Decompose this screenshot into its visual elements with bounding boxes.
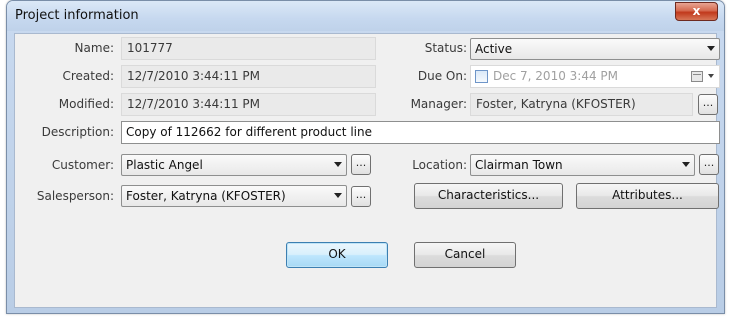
dialog-title: Project information <box>15 8 139 23</box>
description-input[interactable]: Copy of 112662 for different product lin… <box>121 121 720 144</box>
customer-label: Customer: <box>51 158 114 172</box>
dialog-body: Name: 101777 Status: Active Created: 12/… <box>14 33 720 308</box>
attributes-button[interactable]: Attributes... <box>576 183 719 209</box>
location-label: Location: <box>412 158 467 172</box>
modified-field: 12/7/2010 3:44:11 PM <box>121 93 376 116</box>
salesperson-dropdown[interactable]: Foster, Katryna (KFOSTER) <box>121 185 347 207</box>
chevron-down-icon <box>707 46 715 51</box>
description-label: Description: <box>41 125 114 139</box>
ok-button[interactable]: OK <box>286 242 388 268</box>
created-field: 12/7/2010 3:44:11 PM <box>121 65 376 88</box>
manager-browse-button[interactable]: ... <box>698 94 718 115</box>
created-label: Created: <box>62 69 114 83</box>
close-button[interactable]: x <box>675 2 718 21</box>
location-dropdown[interactable]: Clairman Town <box>470 154 695 176</box>
chevron-down-icon <box>708 74 714 78</box>
location-value: Clairman Town <box>475 158 563 172</box>
due-on-label: Due On: <box>417 69 467 83</box>
location-browse-button[interactable]: ... <box>699 154 719 175</box>
customer-dropdown[interactable]: Plastic Angel <box>121 154 347 176</box>
chevron-down-icon <box>334 193 342 198</box>
name-field: 101777 <box>121 37 376 60</box>
name-label: Name: <box>74 41 114 55</box>
status-dropdown[interactable]: Active <box>470 38 720 60</box>
salesperson-value: Foster, Katryna (KFOSTER) <box>126 189 286 203</box>
manager-label: Manager: <box>410 97 467 111</box>
calendar-icon[interactable] <box>691 71 703 82</box>
characteristics-button[interactable]: Characteristics... <box>414 183 563 209</box>
cancel-button[interactable]: Cancel <box>414 242 516 268</box>
status-value: Active <box>475 42 513 56</box>
title-bar: Project information x <box>7 1 724 31</box>
close-icon: x <box>692 4 701 18</box>
salesperson-browse-button[interactable]: ... <box>351 186 371 207</box>
customer-browse-button[interactable]: ... <box>351 154 371 175</box>
status-label: Status: <box>424 41 467 55</box>
salesperson-label: Salesperson: <box>36 189 114 203</box>
chevron-down-icon <box>334 162 342 167</box>
project-information-dialog: Project information x Name: 101777 Statu… <box>6 0 725 314</box>
modified-label: Modified: <box>58 97 114 111</box>
due-on-picker[interactable]: Dec 7, 2010 3:44 PM <box>470 65 720 88</box>
chevron-down-icon <box>682 162 690 167</box>
due-on-value: Dec 7, 2010 3:44 PM <box>493 69 619 83</box>
due-on-checkbox[interactable] <box>475 70 488 83</box>
customer-value: Plastic Angel <box>126 158 203 172</box>
manager-field: Foster, Katryna (KFOSTER) <box>470 93 693 116</box>
